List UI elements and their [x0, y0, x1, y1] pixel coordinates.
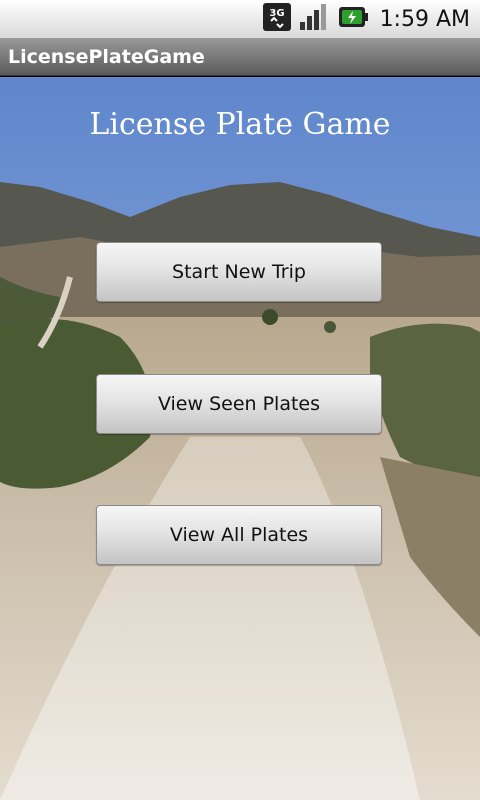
background-landscape-image [0, 77, 480, 800]
3g-data-icon: 3G [262, 2, 292, 36]
view-all-plates-button[interactable]: View All Plates [96, 505, 382, 565]
start-new-trip-button[interactable]: Start New Trip [96, 242, 382, 302]
app-title-bar: LicensePlateGame [0, 38, 480, 76]
app-headline: License Plate Game [89, 107, 391, 142]
status-bar: 3G 1:59 AM [0, 0, 480, 38]
svg-text:3G: 3G [269, 8, 284, 19]
clock: 1:59 AM [379, 6, 470, 32]
view-seen-plates-button[interactable]: View Seen Plates [96, 374, 382, 434]
signal-strength-icon [298, 2, 330, 36]
main-content: License Plate Game Start New Trip View S… [0, 77, 480, 800]
app-title: LicensePlateGame [8, 45, 205, 68]
battery-charging-icon [336, 3, 370, 35]
